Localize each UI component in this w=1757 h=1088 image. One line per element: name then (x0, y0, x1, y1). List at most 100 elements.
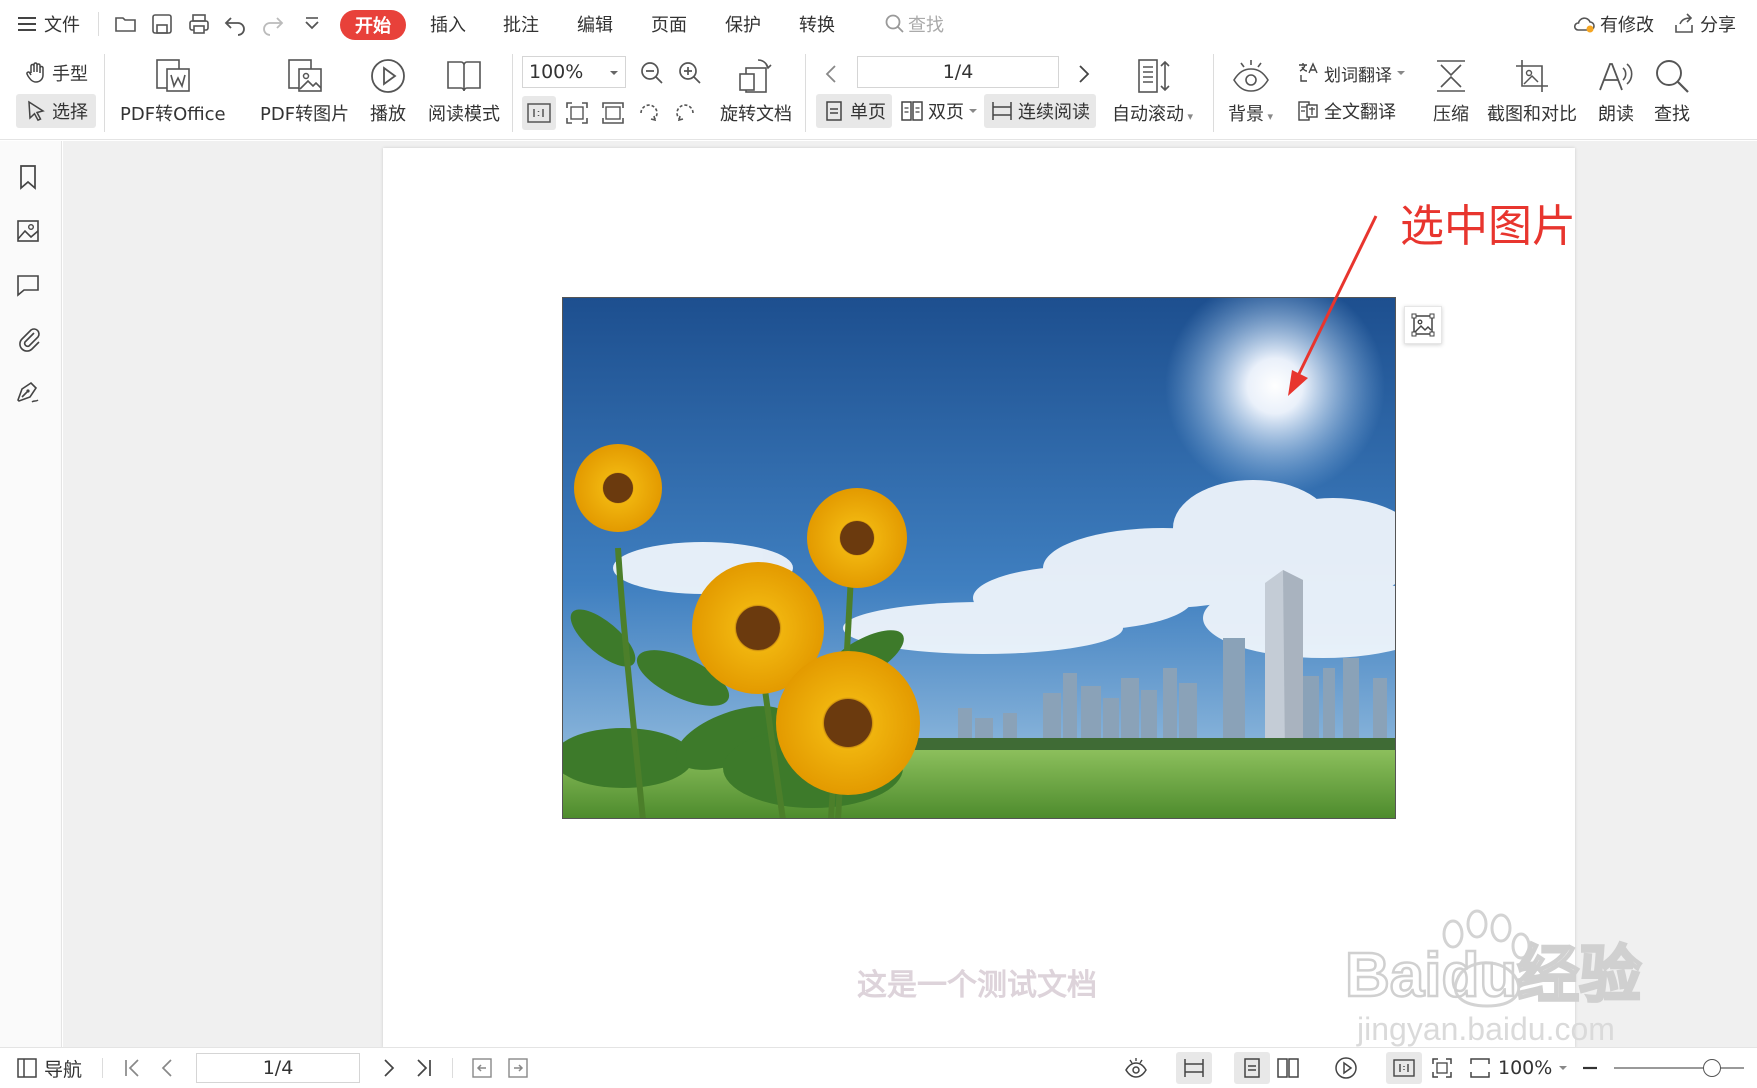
double-page-label: 双页 (928, 102, 964, 123)
tab-page[interactable]: 页面 (651, 0, 687, 48)
zoom-out-icon[interactable] (639, 60, 665, 86)
rotate-clockwise-icon[interactable] (636, 100, 662, 126)
tab-insert[interactable]: 插入 (430, 0, 466, 48)
background-button[interactable]: 背景 ▾ (1228, 56, 1273, 126)
status-page-input[interactable]: 1/4 (196, 1053, 360, 1083)
auto-scroll-label-wrap: 自动滚动 ▾ (1112, 104, 1194, 125)
zoom-out-small-icon[interactable] (1578, 1056, 1602, 1080)
fit-page-icon[interactable] (564, 100, 590, 126)
play-slideshow-icon[interactable] (1334, 1056, 1358, 1080)
search-box[interactable]: 查找 (884, 0, 944, 48)
page-number-value: 1/4 (942, 61, 974, 83)
open-folder-icon[interactable] (114, 12, 138, 36)
double-page-button[interactable]: 双页 (896, 94, 982, 128)
read-mode-button[interactable]: 阅读模式 (428, 56, 500, 126)
play-button[interactable]: 播放 (368, 56, 408, 126)
pdf-to-image-icon (287, 59, 322, 92)
modified-status[interactable]: 有修改 (1572, 0, 1654, 48)
rotate-document-label: 旋转文档 (720, 104, 792, 125)
page-number-input[interactable]: 1/4 (857, 56, 1059, 88)
last-page-icon[interactable] (412, 1056, 436, 1080)
select-tool-button[interactable]: 选择 (16, 94, 96, 128)
watermark-brand: Baidu经验 (1345, 941, 1641, 1010)
auto-scroll-button[interactable]: 自动滚动 ▾ (1112, 56, 1193, 126)
next-page-icon[interactable] (1073, 62, 1093, 86)
compress-icon (1437, 60, 1465, 92)
hand-tool-button[interactable]: 手型 (20, 56, 92, 90)
quick-access-dropdown-icon[interactable] (300, 12, 324, 36)
left-sidebar (0, 141, 62, 1047)
zoom-slider-thumb[interactable] (1703, 1059, 1721, 1077)
rotate-document-button[interactable]: 旋转文档 (720, 56, 792, 126)
zoom-in-icon[interactable] (677, 60, 703, 86)
prev-page-icon[interactable] (156, 1056, 180, 1080)
background-label-wrap: 背景 ▾ (1228, 104, 1274, 125)
fit-page-view-icon[interactable] (1430, 1056, 1454, 1080)
comment-icon[interactable] (14, 271, 42, 299)
compress-button[interactable]: 压缩 (1431, 56, 1471, 126)
next-page-arrow-icon[interactable] (376, 1056, 400, 1080)
auto-scroll-icon (1137, 59, 1170, 93)
status-bar: 导航 1/4 100% (0, 1047, 1757, 1087)
search-icon (885, 14, 904, 33)
actual-size-icon (527, 103, 551, 123)
read-aloud-button[interactable]: 朗读 (1596, 56, 1636, 126)
continuous-read-button[interactable]: 连续阅读 (984, 94, 1096, 128)
selected-image[interactable] (562, 297, 1396, 819)
screenshot-compare-button[interactable]: 截图和对比 (1487, 56, 1577, 126)
callout-arrow (1288, 215, 1378, 396)
attachment-icon[interactable] (14, 324, 42, 352)
fit-width-icon[interactable] (600, 100, 626, 126)
previous-page-icon[interactable] (822, 62, 842, 86)
bookmark-icon[interactable] (14, 163, 42, 191)
single-page-label: 单页 (850, 102, 886, 123)
fit-width-view-icon (1470, 1058, 1490, 1078)
baidu-watermark: Baidu经验 jingyan.baidu.com (1345, 909, 1642, 1047)
hand-icon (26, 62, 44, 83)
actual-size-button[interactable] (522, 96, 556, 130)
tab-protect[interactable]: 保护 (725, 0, 761, 48)
double-page-view-icon[interactable] (1276, 1056, 1300, 1080)
print-icon[interactable] (187, 12, 211, 36)
file-menu[interactable]: 文件 (16, 0, 80, 48)
cursor-arrow-icon (28, 100, 45, 122)
signature-pen-icon[interactable] (14, 378, 42, 406)
tab-start[interactable]: 开始 (340, 10, 406, 40)
navigation-toggle[interactable]: 导航 (16, 1048, 82, 1088)
word-translate-button[interactable]: 划词翻译 (1296, 56, 1406, 90)
status-single-page-button[interactable] (1234, 1052, 1270, 1084)
tab-edit[interactable]: 编辑 (577, 0, 613, 48)
first-page-icon[interactable] (120, 1056, 144, 1080)
watermark-url: jingyan.baidu.com (1356, 1011, 1615, 1047)
share-icon (1675, 13, 1693, 33)
zoom-slider[interactable] (1614, 1059, 1744, 1077)
zoom-select[interactable]: 100% (522, 56, 626, 88)
pdf-to-office-button[interactable]: PDF转Office (120, 56, 226, 126)
hand-tool-label: 手型 (52, 64, 88, 85)
rotate-document-icon (739, 59, 772, 93)
pdf-to-image-button[interactable]: PDF转图片 (260, 56, 349, 126)
find-label: 查找 (1654, 104, 1690, 125)
forward-icon[interactable] (506, 1056, 530, 1080)
find-button[interactable]: 查找 (1652, 56, 1692, 126)
eye-protection-icon[interactable] (1124, 1056, 1148, 1080)
thumbnail-icon[interactable] (14, 217, 42, 245)
tab-annotate[interactable]: 批注 (503, 0, 539, 48)
compress-label: 压缩 (1433, 104, 1469, 125)
image-tools-button[interactable] (1404, 306, 1442, 344)
actual-size-view-icon (1393, 1059, 1415, 1077)
status-zoom-select[interactable]: 100% (1468, 1048, 1568, 1088)
back-icon[interactable] (470, 1056, 494, 1080)
redo-icon[interactable] (261, 12, 285, 36)
tab-convert[interactable]: 转换 (799, 0, 835, 48)
rotate-counterclockwise-icon[interactable] (672, 100, 698, 126)
status-continuous-button[interactable] (1176, 1052, 1212, 1084)
undo-icon[interactable] (223, 12, 247, 36)
share-button[interactable]: 分享 (1672, 0, 1736, 48)
status-actual-size-button[interactable] (1386, 1052, 1422, 1084)
cloud-sync-icon (1573, 17, 1595, 33)
full-translate-label: 全文翻译 (1324, 102, 1396, 123)
save-icon[interactable] (150, 12, 174, 36)
full-translate-button[interactable]: 全文翻译 (1296, 94, 1396, 128)
single-page-button[interactable]: 单页 (816, 94, 892, 128)
